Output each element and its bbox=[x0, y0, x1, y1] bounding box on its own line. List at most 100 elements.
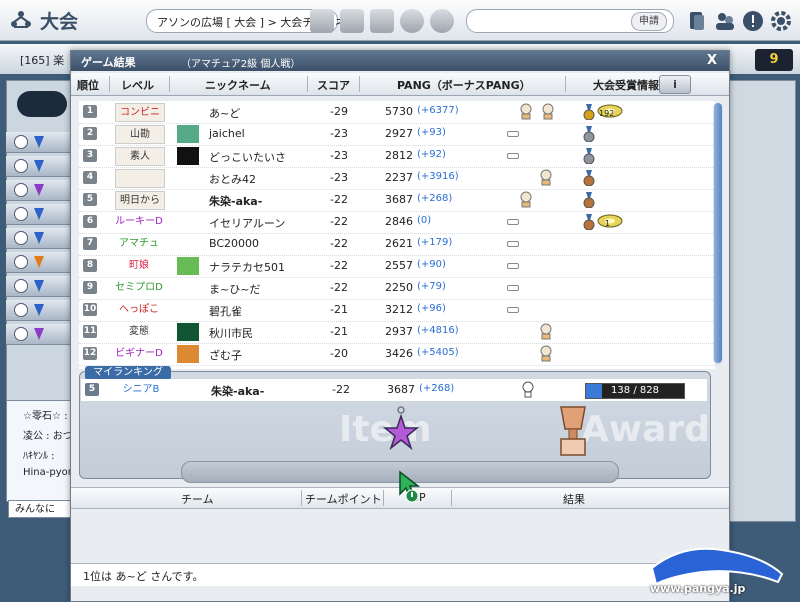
chat-line: Hina-pyon bbox=[23, 467, 75, 478]
rank-badge: 4 bbox=[83, 171, 97, 184]
rank-badge: 8 bbox=[83, 259, 97, 272]
nickname: BC20000 bbox=[209, 237, 260, 250]
alert-icon[interactable] bbox=[742, 10, 764, 32]
player-slot[interactable] bbox=[6, 276, 72, 297]
channel-chip-4[interactable] bbox=[430, 9, 454, 33]
guild-emblem bbox=[177, 345, 199, 363]
rank-badge: 1 bbox=[83, 105, 97, 118]
nickname: 朱染-aka- bbox=[209, 195, 263, 208]
gear-icon[interactable] bbox=[770, 10, 792, 32]
rank-badge: 5 bbox=[83, 193, 97, 206]
col-level: レベル bbox=[121, 79, 154, 92]
level-label: 素人 bbox=[115, 147, 165, 166]
trophy-award-icon bbox=[560, 406, 586, 456]
medal-icon bbox=[583, 192, 595, 208]
bonus-pang: (0) bbox=[417, 215, 432, 226]
chat-target-select[interactable]: みんなに bbox=[8, 500, 72, 518]
table-row[interactable]: 12 ビギナーD ざむ子 -20 3426 (+5405) bbox=[79, 343, 715, 366]
table-row[interactable]: 10 へっぽこくん 碧孔雀 -21 3212 (+96) bbox=[79, 299, 715, 322]
dialog-title-bar: ゲーム結果 （アマチュア2級 個人戦） X bbox=[71, 51, 729, 71]
nickname: jaichel bbox=[209, 127, 245, 140]
rank-badge: 6 bbox=[83, 215, 97, 228]
mascot-icon bbox=[520, 103, 532, 120]
col-rank: 順位 bbox=[77, 79, 99, 92]
award-info-button[interactable]: i bbox=[659, 75, 691, 94]
table-row[interactable]: 8 町娘 ナラテカセ501 -22 2557 (+90) bbox=[79, 255, 715, 278]
avatar-chip[interactable] bbox=[340, 9, 364, 33]
table-row[interactable]: 3 素人 どっこいたいさ -23 2812 (+92) bbox=[79, 145, 715, 168]
player-slot[interactable] bbox=[6, 228, 72, 249]
mouse-cursor-icon bbox=[399, 470, 421, 503]
wing-icon bbox=[34, 208, 44, 220]
level-label bbox=[115, 169, 165, 188]
table-row[interactable]: 9 セミプロD ま~ひ~だ -22 2250 (+79) bbox=[79, 277, 715, 300]
wing-icon bbox=[34, 328, 44, 340]
player-slot[interactable] bbox=[6, 156, 72, 177]
wing-icon bbox=[34, 136, 44, 148]
results-table[interactable]: 1 コンビニ店員 あ~ど -29 5730 (+6377) 192 2 山勘 jaichel -23… bbox=[79, 101, 715, 369]
status-icon bbox=[14, 231, 28, 245]
chat-log[interactable]: ☆零石☆ : 凌公 : おつ ﾊｷﾔﾝﾙ : Hina-pyon bbox=[6, 400, 74, 502]
score: -23 bbox=[330, 149, 348, 162]
guild-emblem bbox=[177, 323, 199, 341]
nickname: ざむ子 bbox=[209, 349, 242, 362]
pang: 2237 bbox=[385, 171, 413, 184]
mascot-icon bbox=[540, 345, 552, 362]
player-slot[interactable] bbox=[6, 132, 72, 153]
star-item-icon bbox=[383, 406, 419, 451]
apply-button[interactable]: 申請 bbox=[631, 12, 667, 31]
table-row[interactable]: 2 山勘 jaichel -23 2927 (+93) bbox=[79, 123, 715, 146]
scrollbar-thumb[interactable] bbox=[714, 103, 722, 363]
bonus-pang: (+4816) bbox=[417, 325, 459, 336]
chat-line: ☆零石☆ : bbox=[23, 411, 68, 422]
chat-line: ﾊｷﾔﾝﾙ : bbox=[23, 451, 55, 462]
score: -29 bbox=[330, 105, 348, 118]
my-ranking-label: マイランキング bbox=[85, 366, 171, 380]
nickname: あ~ど bbox=[209, 107, 241, 120]
rank-badge: 9 bbox=[83, 281, 97, 294]
medal-icon bbox=[583, 104, 595, 120]
col-result: 結果 bbox=[563, 493, 585, 506]
player-slot[interactable] bbox=[6, 180, 72, 201]
top-bar: 大会 アソンの広場 [ 大会 ] > 大会チャンネル1 申請 bbox=[0, 0, 800, 41]
bonus-pang: (+5405) bbox=[417, 347, 459, 358]
table-row[interactable]: 5 明日から本気出す 朱染-aka- -22 3687 (+268) bbox=[79, 189, 715, 212]
right-side-panel bbox=[728, 80, 796, 522]
table-row[interactable]: 1 コンビニ店員 あ~ど -29 5730 (+6377) 192 bbox=[79, 101, 715, 124]
channel-chip-2[interactable] bbox=[370, 9, 394, 33]
wing-icon bbox=[34, 184, 44, 196]
table-row[interactable]: 4 おとみ42 -23 2237 (+3916) bbox=[79, 167, 715, 190]
channel-chip-1[interactable] bbox=[310, 9, 334, 33]
score: -22 bbox=[332, 383, 350, 396]
player-slot[interactable] bbox=[6, 252, 72, 273]
table-row[interactable]: 6 ルーキーD イセリアルーン -22 2846 (0) 1 bbox=[79, 211, 715, 234]
guild-emblem bbox=[177, 147, 199, 165]
table-row[interactable]: 7 アマチュアC BC20000 -22 2621 (+179) bbox=[79, 233, 715, 256]
player-slot[interactable] bbox=[6, 204, 72, 225]
friends-icon[interactable] bbox=[714, 10, 736, 32]
pang: 5730 bbox=[385, 105, 413, 118]
nickname: おとみ42 bbox=[209, 173, 256, 186]
medal-icon bbox=[583, 148, 595, 164]
level-label: 町娘 bbox=[129, 260, 149, 271]
status-icon bbox=[14, 183, 28, 197]
player-count: 9 bbox=[755, 49, 793, 71]
bonus-pang: (+92) bbox=[417, 149, 446, 160]
bookmark-icon[interactable] bbox=[686, 10, 708, 32]
close-button[interactable]: X bbox=[707, 53, 717, 68]
score: -22 bbox=[330, 193, 348, 206]
player-slot[interactable] bbox=[6, 300, 72, 321]
table-row[interactable]: 11 変態 秋川市民 -21 2937 (+4816) bbox=[79, 321, 715, 344]
player-slot[interactable] bbox=[6, 324, 72, 345]
award-watermark: Award bbox=[581, 409, 710, 450]
rank-badge: 2 bbox=[83, 127, 97, 140]
rank-badge: 5 bbox=[85, 383, 99, 396]
channel-chip-3[interactable] bbox=[400, 9, 424, 33]
nickname: どっこいたいさ bbox=[209, 151, 286, 164]
pang: 2557 bbox=[385, 259, 413, 272]
game-result-dialog: ゲーム結果 （アマチュア2級 個人戦） X 順位 レベル ニックネーム スコア … bbox=[70, 50, 730, 602]
search-input[interactable]: 申請 bbox=[466, 9, 674, 33]
nickname: 朱染-aka- bbox=[211, 385, 265, 398]
score: -22 bbox=[330, 215, 348, 228]
award-progress-bar: 138 / 828 bbox=[585, 383, 685, 399]
